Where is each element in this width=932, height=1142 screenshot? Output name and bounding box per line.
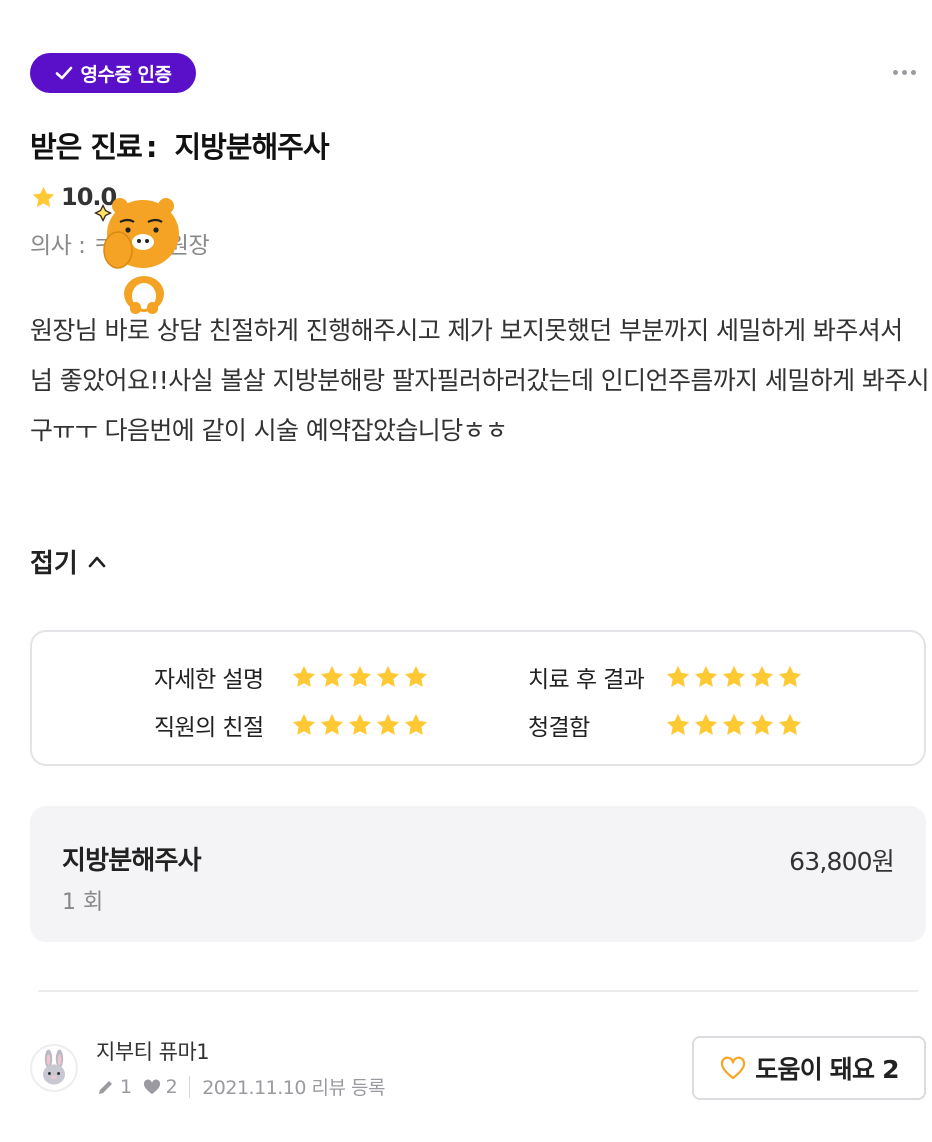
score-label: 자세한 설명 (154, 667, 264, 693)
meta-separator (189, 1075, 191, 1098)
helpful-label: 도움이 돼요 2 (755, 1055, 899, 1084)
score-item: 자세한 설명 (154, 660, 430, 694)
star-rating (290, 663, 430, 691)
price-panel: 지방분해주사 1 회 63,800원 (30, 806, 926, 942)
check-icon (56, 66, 73, 80)
star-icon (404, 665, 428, 687)
star-icon (694, 713, 718, 735)
star-icon (292, 665, 316, 687)
more-options-icon[interactable] (890, 60, 918, 84)
avatar[interactable] (30, 1044, 78, 1092)
star-icon (404, 713, 428, 735)
helpful-button[interactable]: 도움이 돼요 2 (692, 1036, 926, 1100)
user-meta: 1 2 2021.11.10 리뷰 등록 (96, 1073, 385, 1100)
star-icon (778, 665, 802, 687)
receipt-verified-badge: 영수증 인증 (30, 53, 196, 93)
score-item: 직원의 친절 (154, 708, 430, 742)
score-item: 치료 후 결과 (528, 660, 804, 694)
price-item-count: 1 회 (62, 890, 104, 915)
treatment-prefix: 받은 진료 (30, 130, 143, 164)
star-icon (376, 713, 400, 735)
like-count: 2 (165, 1075, 178, 1098)
star-icon (750, 665, 774, 687)
star-icon (320, 713, 344, 735)
review-count: 1 (120, 1075, 132, 1098)
price-item-name: 지방분해주사 (62, 846, 202, 876)
star-icon (666, 665, 690, 687)
collapse-label: 접기 (30, 549, 78, 579)
price-amount: 63,800원 (789, 847, 895, 876)
star-icon (32, 186, 55, 207)
score-label: 치료 후 결과 (528, 667, 645, 693)
treatment-separator: : (145, 130, 158, 164)
heart-outline-icon (721, 1056, 746, 1080)
star-icon (694, 665, 718, 687)
score-label: 직원의 친절 (154, 715, 264, 741)
badge-label: 영수증 인증 (80, 63, 172, 86)
score-label: 청결함 (528, 715, 590, 741)
chevron-up-icon (88, 556, 106, 567)
star-icon (292, 713, 316, 735)
star-rating (290, 711, 430, 739)
score-item: 청결함 (528, 708, 804, 742)
character-sticker-image (94, 198, 179, 314)
star-icon (348, 713, 372, 735)
user-name[interactable]: 지부티 퓨마1 (96, 1036, 210, 1066)
heart-icon (143, 1078, 160, 1094)
star-rating (664, 711, 804, 739)
star-rating (664, 663, 804, 691)
treatment-name: 지방분해주사 (174, 130, 329, 164)
collapse-button[interactable]: 접기 (30, 543, 108, 580)
star-icon (376, 665, 400, 687)
star-icon (722, 665, 746, 687)
star-icon (666, 713, 690, 735)
star-icon (778, 713, 802, 735)
star-icon (320, 665, 344, 687)
pencil-icon (99, 1080, 112, 1094)
star-icon (722, 713, 746, 735)
treatment-title: 받은 진료: 지방분해주사 (30, 124, 330, 166)
divider (38, 990, 918, 992)
rabbit-avatar-icon (43, 1049, 65, 1085)
review-date: 2021.11.10 리뷰 등록 (202, 1077, 385, 1099)
star-icon (750, 713, 774, 735)
detailed-scores-panel: 자세한 설명 치료 후 결과 직원의 친절 청결함 (30, 630, 926, 766)
review-text: 원장님 바로 상담 친절하게 진행해주시고 제가 보지못했던 부분까지 세밀하게… (30, 316, 930, 445)
star-icon (348, 665, 372, 687)
